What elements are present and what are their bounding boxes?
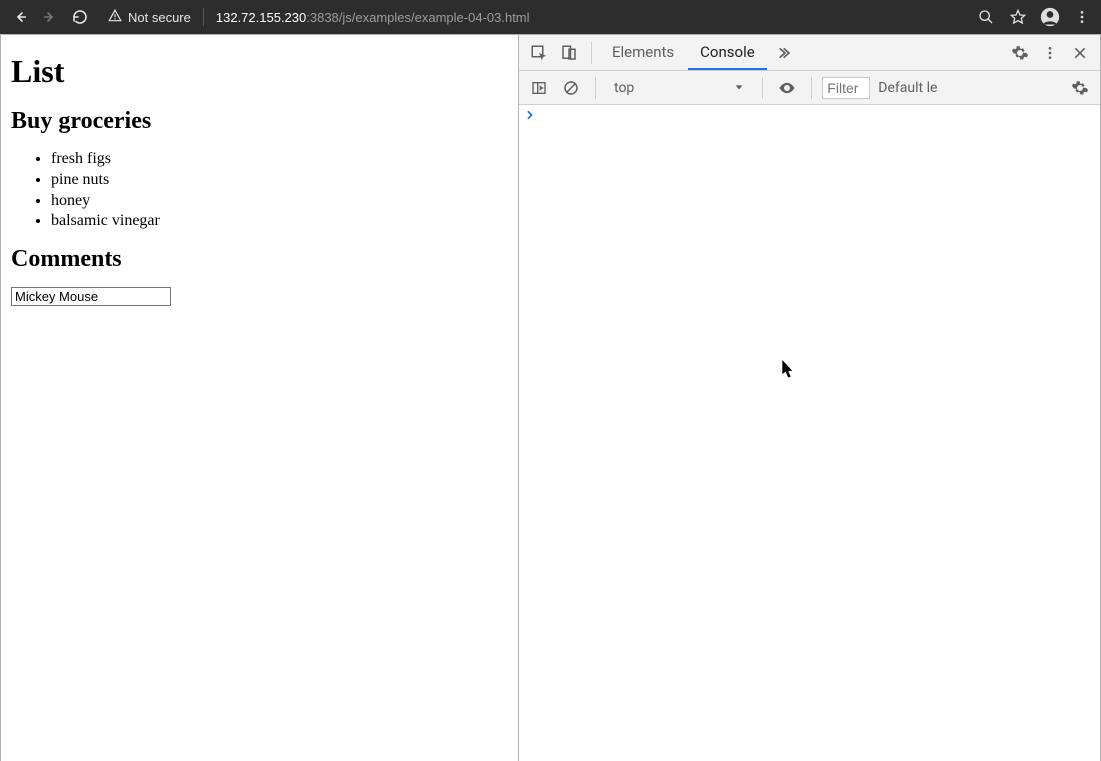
devtools-panel: Elements Console bbox=[518, 35, 1100, 761]
kebab-menu-icon[interactable] bbox=[1071, 6, 1093, 28]
groceries-list: fresh figs pine nuts honey balsamic vine… bbox=[11, 149, 508, 232]
close-devtools-icon[interactable] bbox=[1066, 39, 1094, 67]
console-output[interactable] bbox=[519, 105, 1100, 761]
page-content: List Buy groceries fresh figs pine nuts … bbox=[1, 35, 518, 761]
device-toolbar-icon[interactable] bbox=[555, 39, 583, 67]
inspect-element-icon[interactable] bbox=[525, 39, 553, 67]
live-expression-eye-icon[interactable] bbox=[773, 74, 801, 102]
comment-input[interactable] bbox=[11, 287, 171, 306]
chevron-down-icon bbox=[734, 80, 744, 96]
security-label: Not secure bbox=[128, 10, 191, 25]
security-indicator[interactable]: Not secure bbox=[108, 9, 191, 26]
tab-elements[interactable]: Elements bbox=[600, 35, 686, 70]
url-host: 132.72.155.230 bbox=[216, 10, 306, 25]
address-separator bbox=[203, 8, 204, 26]
context-label: top bbox=[614, 80, 634, 96]
console-sidebar-toggle-icon[interactable] bbox=[525, 74, 553, 102]
console-toolbar: top Default le bbox=[519, 71, 1100, 105]
forward-button[interactable] bbox=[38, 5, 62, 29]
back-button[interactable] bbox=[8, 5, 32, 29]
console-filter-input[interactable] bbox=[822, 77, 870, 99]
clear-console-icon[interactable] bbox=[557, 74, 585, 102]
separator bbox=[811, 77, 812, 99]
zoom-icon[interactable] bbox=[975, 6, 997, 28]
separator bbox=[762, 77, 763, 99]
list-item: honey bbox=[51, 191, 508, 212]
comments-heading: Comments bbox=[11, 246, 508, 273]
list-item: pine nuts bbox=[51, 170, 508, 191]
reload-button[interactable] bbox=[68, 5, 92, 29]
bookmark-star-icon[interactable] bbox=[1007, 6, 1029, 28]
browser-toolbar: Not secure 132.72.155.230:3838/js/exampl… bbox=[0, 0, 1101, 34]
separator bbox=[591, 42, 592, 64]
tab-console[interactable]: Console bbox=[688, 35, 767, 70]
console-settings-gear-icon[interactable] bbox=[1066, 74, 1094, 102]
execution-context-selector[interactable]: top bbox=[606, 80, 752, 96]
groceries-heading: Buy groceries bbox=[11, 108, 508, 135]
more-tabs-icon[interactable] bbox=[769, 39, 797, 67]
list-item: balsamic vinegar bbox=[51, 211, 508, 232]
devtools-menu-icon[interactable] bbox=[1036, 39, 1064, 67]
log-level-selector[interactable]: Default le bbox=[874, 80, 941, 96]
page-title: List bbox=[11, 53, 508, 90]
warning-icon bbox=[108, 9, 122, 26]
devtools-tabbar: Elements Console bbox=[519, 35, 1100, 71]
console-prompt-icon bbox=[525, 109, 535, 124]
settings-gear-icon[interactable] bbox=[1006, 39, 1034, 67]
url-path: :3838/js/examples/example-04-03.html bbox=[306, 10, 529, 25]
url-display[interactable]: 132.72.155.230:3838/js/examples/example-… bbox=[216, 10, 969, 25]
profile-avatar-icon[interactable] bbox=[1039, 6, 1061, 28]
list-item: fresh figs bbox=[51, 149, 508, 170]
separator bbox=[595, 77, 596, 99]
